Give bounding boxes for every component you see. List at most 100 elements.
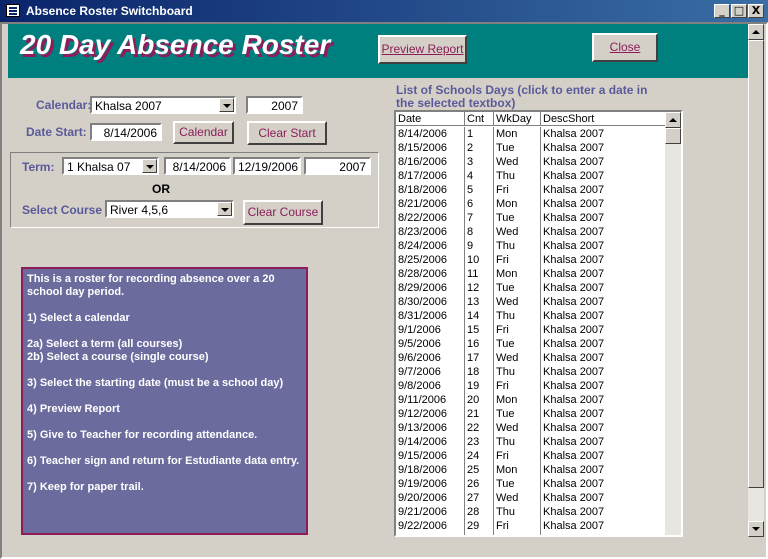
scroll-up-button[interactable] xyxy=(665,112,681,128)
list-row[interactable]: 9/19/2006 26 Tue Khalsa 2007 xyxy=(396,477,667,491)
list-row[interactable]: 8/22/2006 7 Tue Khalsa 2007 xyxy=(396,211,667,225)
list-row[interactable]: 9/8/2006 19 Fri Khalsa 2007 xyxy=(396,379,667,393)
descshort-cell: Khalsa 2007 xyxy=(541,351,667,365)
list-row[interactable]: 9/22/2006 29 Fri Khalsa 2007 xyxy=(396,519,667,533)
cnt-cell: 30 xyxy=(465,533,494,535)
wkday-cell: Mon xyxy=(494,393,541,407)
list-row[interactable]: 9/25/200630MonKhalsa 2007 xyxy=(396,533,667,535)
wkday-cell: Wed xyxy=(494,421,541,435)
cnt-cell: 8 xyxy=(465,225,494,239)
close-label: Close xyxy=(609,40,641,54)
wkday-cell: Tue xyxy=(494,407,541,421)
descshort-cell: Khalsa 2007 xyxy=(541,505,667,519)
date-cell: 9/18/2006 xyxy=(396,463,465,477)
date-cell: 9/21/2006 xyxy=(396,505,465,519)
close-button[interactable]: Close xyxy=(592,33,658,62)
list-row[interactable]: 8/18/2006 5 Fri Khalsa 2007 xyxy=(396,183,667,197)
date-cell: 8/18/2006 xyxy=(396,183,465,197)
list-row[interactable]: 8/15/2006 2 Tue Khalsa 2007 xyxy=(396,141,667,155)
cnt-cell: 5 xyxy=(465,183,494,197)
descshort-cell: Khalsa 2007 xyxy=(541,323,667,337)
date-cell: 8/17/2006 xyxy=(396,169,465,183)
date-start-field[interactable]: 8/14/2006 xyxy=(90,123,162,141)
list-row[interactable]: 9/7/2006 18 Thu Khalsa 2007 xyxy=(396,365,667,379)
list-scrollbar[interactable] xyxy=(665,112,681,535)
descshort-cell: Khalsa 2007 xyxy=(541,435,667,449)
term-start-field[interactable]: 8/14/2006 xyxy=(164,157,231,175)
list-row[interactable]: 9/21/2006 28 Thu Khalsa 2007 xyxy=(396,505,667,519)
list-row[interactable]: 9/18/2006 25 Mon Khalsa 2007 xyxy=(396,463,667,477)
wkday-cell: Mon xyxy=(494,267,541,281)
date-cell: 8/25/2006 xyxy=(396,253,465,267)
list-row[interactable]: 9/6/2006 17 Wed Khalsa 2007 xyxy=(396,351,667,365)
list-row[interactable]: 9/5/2006 16 Tue Khalsa 2007 xyxy=(396,337,667,351)
cnt-cell: 7 xyxy=(465,211,494,225)
term-end-field[interactable]: 12/19/2006 xyxy=(233,157,301,175)
maximize-button[interactable]: □ xyxy=(731,4,747,18)
scroll-thumb[interactable] xyxy=(748,40,764,488)
descshort-cell: Khalsa 2007 xyxy=(541,155,667,169)
date-cell: 9/8/2006 xyxy=(396,379,465,393)
term-year-field[interactable]: 2007 xyxy=(304,157,371,175)
list-row[interactable]: 9/11/2006 20 Mon Khalsa 2007 xyxy=(396,393,667,407)
calendar-button[interactable]: Calendar xyxy=(173,121,234,144)
list-row[interactable]: 8/30/2006 13 Wed Khalsa 2007 xyxy=(396,295,667,309)
close-window-button[interactable]: X xyxy=(748,4,764,18)
date-cell: 8/22/2006 xyxy=(396,211,465,225)
form-scrollbar[interactable] xyxy=(748,24,764,537)
wkday-cell: Fri xyxy=(494,253,541,267)
chevron-down-icon[interactable] xyxy=(142,159,157,173)
scroll-down-button[interactable] xyxy=(748,521,764,537)
descshort-cell: Khalsa 2007 xyxy=(541,211,667,225)
instruction-text: 3) Select the starting date (must be a s… xyxy=(27,377,284,389)
wkday-cell: Thu xyxy=(494,435,541,449)
column-header-descshort: DescShort xyxy=(541,112,667,126)
term-combo[interactable]: 1 Khalsa 07 xyxy=(62,157,159,175)
list-row[interactable]: 9/13/2006 22 Wed Khalsa 2007 xyxy=(396,421,667,435)
cnt-cell: 10 xyxy=(465,253,494,267)
list-row[interactable]: 8/14/2006 1 Mon Khalsa 2007 xyxy=(396,127,667,141)
list-row[interactable]: 9/12/2006 21 Tue Khalsa 2007 xyxy=(396,407,667,421)
wkday-cell: Fri xyxy=(494,379,541,393)
scroll-thumb[interactable] xyxy=(665,128,681,144)
list-row[interactable]: 8/21/2006 6 Mon Khalsa 2007 xyxy=(396,197,667,211)
cnt-cell: 16 xyxy=(465,337,494,351)
school-days-list[interactable]: Date Cnt WkDay DescShort 8/14/2006 1 Mon Kh… xyxy=(394,110,683,537)
instruction-text: 5) Give to Teacher for recording attenda… xyxy=(27,429,258,441)
list-row[interactable]: 8/29/2006 12 Tue Khalsa 2007 xyxy=(396,281,667,295)
list-row[interactable]: 8/17/2006 4 Thu Khalsa 2007 xyxy=(396,169,667,183)
preview-report-button[interactable]: Preview Report xyxy=(378,35,467,64)
cnt-cell: 13 xyxy=(465,295,494,309)
date-cell: 9/15/2006 xyxy=(396,449,465,463)
list-row[interactable]: 8/23/2006 8 Wed Khalsa 2007 xyxy=(396,225,667,239)
list-row[interactable]: 9/15/2006 24 Fri Khalsa 2007 xyxy=(396,449,667,463)
scroll-up-button[interactable] xyxy=(748,24,764,40)
list-row[interactable]: 8/28/2006 11 Mon Khalsa 2007 xyxy=(396,267,667,281)
list-row[interactable]: 8/24/2006 9 Thu Khalsa 2007 xyxy=(396,239,667,253)
course-combo[interactable]: River 4,5,6 xyxy=(105,200,234,218)
descshort-cell: Khalsa 2007 xyxy=(541,337,667,351)
minimize-button[interactable]: _ xyxy=(714,4,730,18)
cnt-cell: 14 xyxy=(465,309,494,323)
calendar-combo[interactable]: Khalsa 2007 xyxy=(90,96,236,114)
list-row[interactable]: 9/20/2006 27 Wed Khalsa 2007 xyxy=(396,491,667,505)
date-cell: 8/30/2006 xyxy=(396,295,465,309)
date-cell: 9/1/2006 xyxy=(396,323,465,337)
select-course-label: Select Course xyxy=(22,203,103,217)
list-row[interactable]: 8/16/2006 3 Wed Khalsa 2007 xyxy=(396,155,667,169)
clear-start-button[interactable]: Clear Start xyxy=(247,121,327,145)
chevron-down-icon[interactable] xyxy=(217,202,232,216)
chevron-down-icon[interactable] xyxy=(219,98,234,112)
calendar-year-field[interactable]: 2007 xyxy=(246,96,303,114)
wkday-cell: Fri xyxy=(494,183,541,197)
list-row[interactable]: 8/31/2006 14 Thu Khalsa 2007 xyxy=(396,309,667,323)
descshort-cell: Khalsa 2007 xyxy=(541,491,667,505)
calendar-label: Calendar: xyxy=(36,98,92,112)
list-row[interactable]: 9/1/2006 15 Fri Khalsa 2007 xyxy=(396,323,667,337)
clear-course-button[interactable]: Clear Course xyxy=(243,200,323,225)
date-cell: 8/28/2006 xyxy=(396,267,465,281)
list-row[interactable]: 8/25/2006 10 Fri Khalsa 2007 xyxy=(396,253,667,267)
column-header-date: Date xyxy=(396,112,465,126)
date-start-label: Date Start: xyxy=(26,125,87,139)
list-row[interactable]: 9/14/2006 23 Thu Khalsa 2007 xyxy=(396,435,667,449)
